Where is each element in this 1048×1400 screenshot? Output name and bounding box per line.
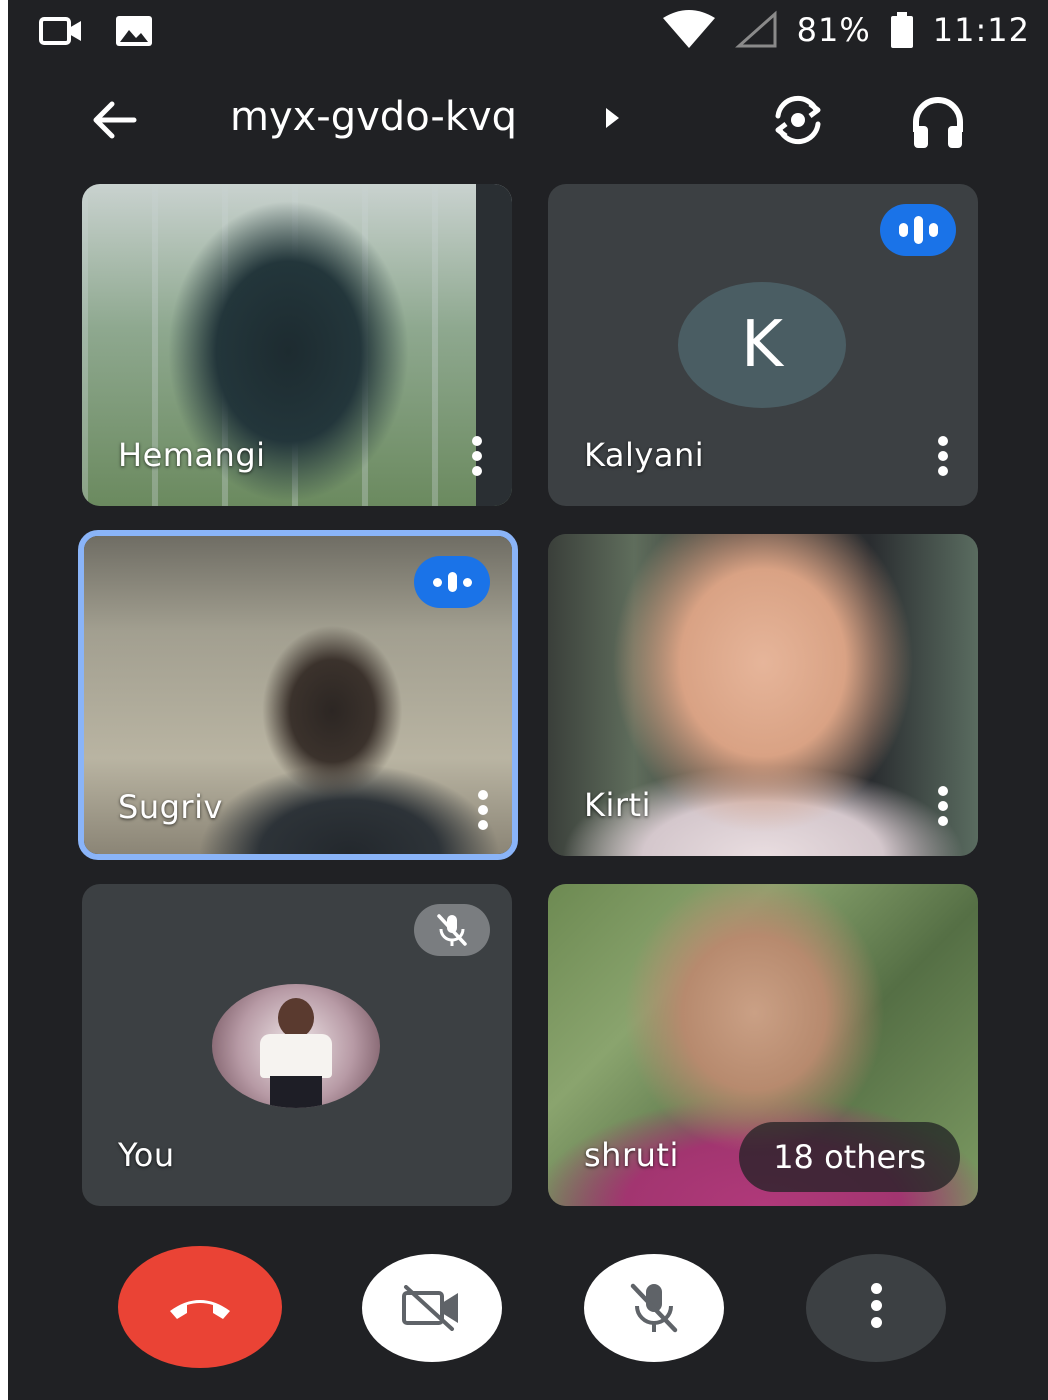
- participant-name: shruti: [584, 1136, 679, 1174]
- avatar-initial: K: [678, 282, 846, 408]
- cellular-signal-icon: [734, 10, 777, 48]
- video-camera-icon: [39, 17, 81, 45]
- participant-name: Kalyani: [584, 436, 705, 474]
- others-count-chip[interactable]: 18 others: [739, 1122, 960, 1192]
- participant-tile-sugriv[interactable]: Sugriv: [78, 530, 518, 860]
- mic-off-icon: [437, 914, 467, 946]
- more-options-icon[interactable]: [936, 436, 950, 476]
- more-options-icon[interactable]: [936, 786, 950, 826]
- participant-tile-self[interactable]: You: [82, 884, 512, 1206]
- clock: 11:12: [932, 11, 1030, 49]
- speaking-indicator-icon: [880, 204, 956, 256]
- image-icon: [116, 16, 152, 46]
- wifi-icon: [662, 10, 715, 48]
- participant-tile-shruti[interactable]: shruti 18 others: [548, 884, 978, 1206]
- status-bar: 81% 11:12: [8, 0, 1048, 64]
- user-avatar: [212, 984, 380, 1108]
- headphones-icon[interactable]: [906, 90, 970, 154]
- more-vert-icon: [870, 1282, 882, 1334]
- battery-percent: 81%: [796, 11, 871, 49]
- participant-tile-kalyani[interactable]: K Kalyani: [548, 184, 978, 506]
- mic-off-button[interactable]: [584, 1254, 724, 1362]
- participant-name: Sugriv: [118, 788, 223, 826]
- meeting-code[interactable]: myx-gvdo-kvq: [230, 94, 517, 140]
- participant-name: Hemangi: [118, 436, 266, 474]
- caret-right-icon[interactable]: [606, 108, 619, 128]
- more-options-button[interactable]: [806, 1254, 946, 1362]
- more-options-icon[interactable]: [476, 790, 490, 830]
- end-call-button[interactable]: [118, 1246, 282, 1368]
- meeting-header: myx-gvdo-kvq: [8, 80, 1048, 160]
- switch-camera-icon[interactable]: [766, 88, 830, 152]
- participant-tile-kirti[interactable]: Kirti: [548, 534, 978, 856]
- speaking-indicator-icon: [414, 556, 490, 608]
- participant-name: Kirti: [584, 786, 651, 824]
- more-options-icon[interactable]: [470, 436, 484, 476]
- participant-name: You: [118, 1136, 175, 1174]
- camera-off-button[interactable]: [362, 1254, 502, 1362]
- participant-tile-hemangi[interactable]: Hemangi: [82, 184, 512, 506]
- phone-hangup-icon: [170, 1300, 230, 1319]
- battery-icon: [890, 12, 913, 48]
- meet-screen: 81% 11:12 myx-gvdo-kvq Hemangi K Kalyani…: [8, 0, 1048, 1400]
- mic-off-icon: [630, 1283, 678, 1333]
- camera-off-icon: [402, 1285, 458, 1331]
- mic-muted-badge: [414, 904, 490, 956]
- back-arrow-icon[interactable]: [86, 92, 142, 148]
